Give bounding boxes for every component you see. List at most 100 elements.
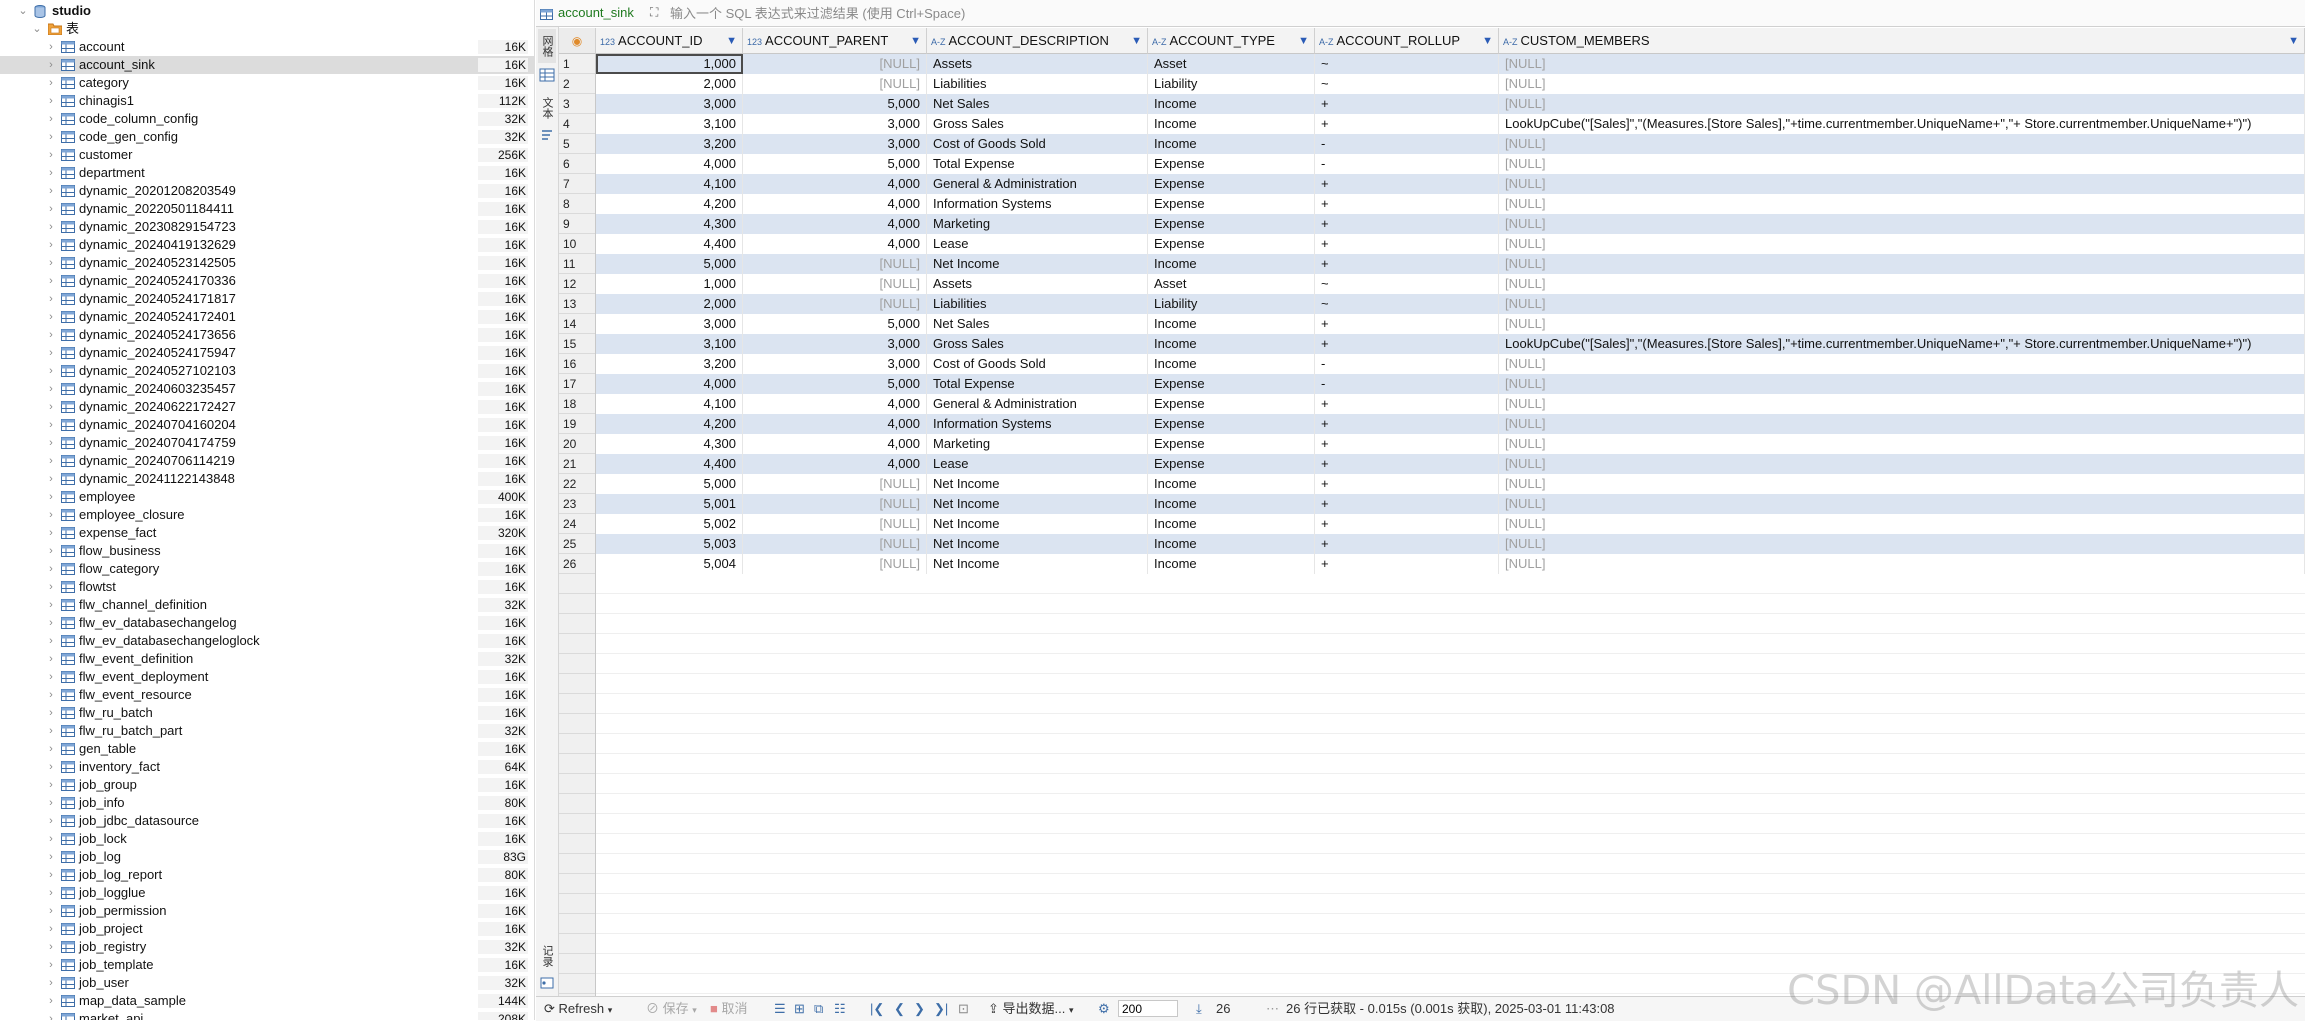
grid-cell[interactable]: Income [1148,334,1315,354]
gear-icon[interactable]: ⚙ [1098,997,1110,1021]
grid-cell[interactable]: [NULL] [1499,354,2305,374]
grid-cell[interactable]: [NULL] [1499,394,2305,414]
chevron-right-icon[interactable]: › [46,974,56,992]
chevron-right-icon[interactable]: › [46,542,56,560]
column-header[interactable]: A-Z CUSTOM_MEMBERS ▼ [1499,28,2305,54]
previous-page-icon[interactable]: ❮ [894,997,905,1021]
grid-cell[interactable]: Gross Sales [927,114,1148,134]
row-number[interactable]: 11 [559,254,595,274]
grid-cell[interactable]: [NULL] [1499,434,2305,454]
export-button[interactable]: ⇪ 导出数据... ▾ [988,997,1074,1021]
grid-cell[interactable]: 5,004 [596,554,743,574]
grid-cell[interactable]: LookUpCube("[Sales]","(Measures.[Store S… [1499,334,2305,354]
grid-cell[interactable]: 2,000 [596,74,743,94]
row-number[interactable]: 10 [559,234,595,254]
text-view-icon[interactable] [539,127,555,143]
select-all-corner[interactable]: ◉ [559,28,596,54]
grid-cell[interactable]: 4,000 [743,214,927,234]
grid-cell[interactable]: + [1315,434,1499,454]
chevron-right-icon[interactable]: › [46,902,56,920]
dropdown-arrow-icon[interactable]: ▾ [608,1005,613,1015]
row-number[interactable] [559,594,595,614]
chevron-right-icon[interactable]: › [46,992,56,1010]
table-item[interactable]: › flw_ev_databasechangeloglock 16K [0,632,534,650]
chevron-right-icon[interactable]: › [46,38,56,56]
grid-cell[interactable]: Marketing [927,214,1148,234]
chevron-right-icon[interactable]: › [46,596,56,614]
grid-cell[interactable]: - [1315,154,1499,174]
grid-cell[interactable]: Income [1148,114,1315,134]
grid-cell[interactable]: Assets [927,54,1148,74]
table-item[interactable]: › dynamic_20230829154723 16K [0,218,534,236]
table-item[interactable]: › job_info 80K [0,794,534,812]
grid-cell[interactable]: 3,200 [596,134,743,154]
grid-cell[interactable]: Expense [1148,434,1315,454]
grid-cell[interactable]: Gross Sales [927,334,1148,354]
chevron-right-icon[interactable]: › [46,884,56,902]
grid-cell[interactable]: 3,000 [743,354,927,374]
row-number[interactable]: 22 [559,474,595,494]
grid-cell[interactable]: 3,000 [743,114,927,134]
grid-cell[interactable]: + [1315,94,1499,114]
grid-cell[interactable]: Liability [1148,74,1315,94]
grid-cell[interactable]: [NULL] [1499,234,2305,254]
grid-cell[interactable]: [NULL] [743,54,927,74]
table-item[interactable]: › market_api 208K [0,1010,534,1020]
grid-cell[interactable]: 3,100 [596,114,743,134]
grid-cell[interactable]: 4,100 [596,174,743,194]
grid-cell[interactable]: + [1315,114,1499,134]
chevron-right-icon[interactable]: › [46,326,56,344]
grid-cell[interactable]: [NULL] [1499,374,2305,394]
row-number[interactable] [559,614,595,634]
table-item[interactable]: › flow_business 16K [0,542,534,560]
sort-arrow-icon[interactable]: ▼ [2288,28,2299,53]
row-number[interactable]: 8 [559,194,595,214]
grid-cell[interactable]: [NULL] [1499,514,2305,534]
table-item[interactable]: › job_logglue 16K [0,884,534,902]
table-item[interactable]: › dynamic_20240419132629 16K [0,236,534,254]
grid-cell[interactable]: Net Income [927,534,1148,554]
grid-cell[interactable]: 5,000 [743,374,927,394]
grid-cell[interactable]: [NULL] [1499,194,2305,214]
row-number[interactable] [559,794,595,814]
delete-row-icon[interactable]: ☷ [834,997,846,1021]
grid-cell[interactable]: 5,001 [596,494,743,514]
grid-cell[interactable]: 4,000 [743,454,927,474]
grid-cell[interactable]: + [1315,194,1499,214]
row-number[interactable]: 6 [559,154,595,174]
grid-cell[interactable]: ~ [1315,74,1499,94]
chevron-right-icon[interactable]: › [46,164,56,182]
row-number[interactable]: 2 [559,74,595,94]
grid-cell[interactable]: 5,000 [596,474,743,494]
row-number[interactable] [559,754,595,774]
chevron-right-icon[interactable]: › [46,956,56,974]
more-icon[interactable]: ⋯ [1266,997,1279,1021]
grid-cell[interactable]: + [1315,414,1499,434]
grid-cell[interactable]: Net Income [927,254,1148,274]
table-item[interactable]: › flw_event_resource 16K [0,686,534,704]
column-header[interactable]: A-Z ACCOUNT_DESCRIPTION ▼ [927,28,1148,54]
row-number[interactable]: 18 [559,394,595,414]
grid-cell[interactable]: ~ [1315,54,1499,74]
grid-cell[interactable]: Expense [1148,234,1315,254]
table-item[interactable]: › code_column_config 32K [0,110,534,128]
sort-arrow-icon[interactable]: ▼ [726,28,737,53]
grid-cell[interactable]: Total Expense [927,154,1148,174]
grid-cell[interactable]: + [1315,554,1499,574]
grid-cell[interactable]: Expense [1148,454,1315,474]
table-item[interactable]: › flowtst 16K [0,578,534,596]
next-page-icon[interactable]: ❯ [914,997,925,1021]
grid-cell[interactable]: 4,000 [743,234,927,254]
grid-cell[interactable]: Information Systems [927,414,1148,434]
grid-cell[interactable]: [NULL] [743,74,927,94]
chevron-right-icon[interactable]: › [46,866,56,884]
grid-cell[interactable]: 4,000 [743,414,927,434]
grid-cell[interactable]: + [1315,234,1499,254]
chevron-right-icon[interactable]: › [46,812,56,830]
grid-cell[interactable]: [NULL] [1499,74,2305,94]
table-item[interactable]: › flw_ru_batch_part 32K [0,722,534,740]
grid-cell[interactable]: 5,003 [596,534,743,554]
column-header[interactable]: A-Z ACCOUNT_TYPE ▼ [1148,28,1315,54]
grid-cell[interactable]: 4,300 [596,214,743,234]
grid-cell[interactable]: Net Sales [927,314,1148,334]
